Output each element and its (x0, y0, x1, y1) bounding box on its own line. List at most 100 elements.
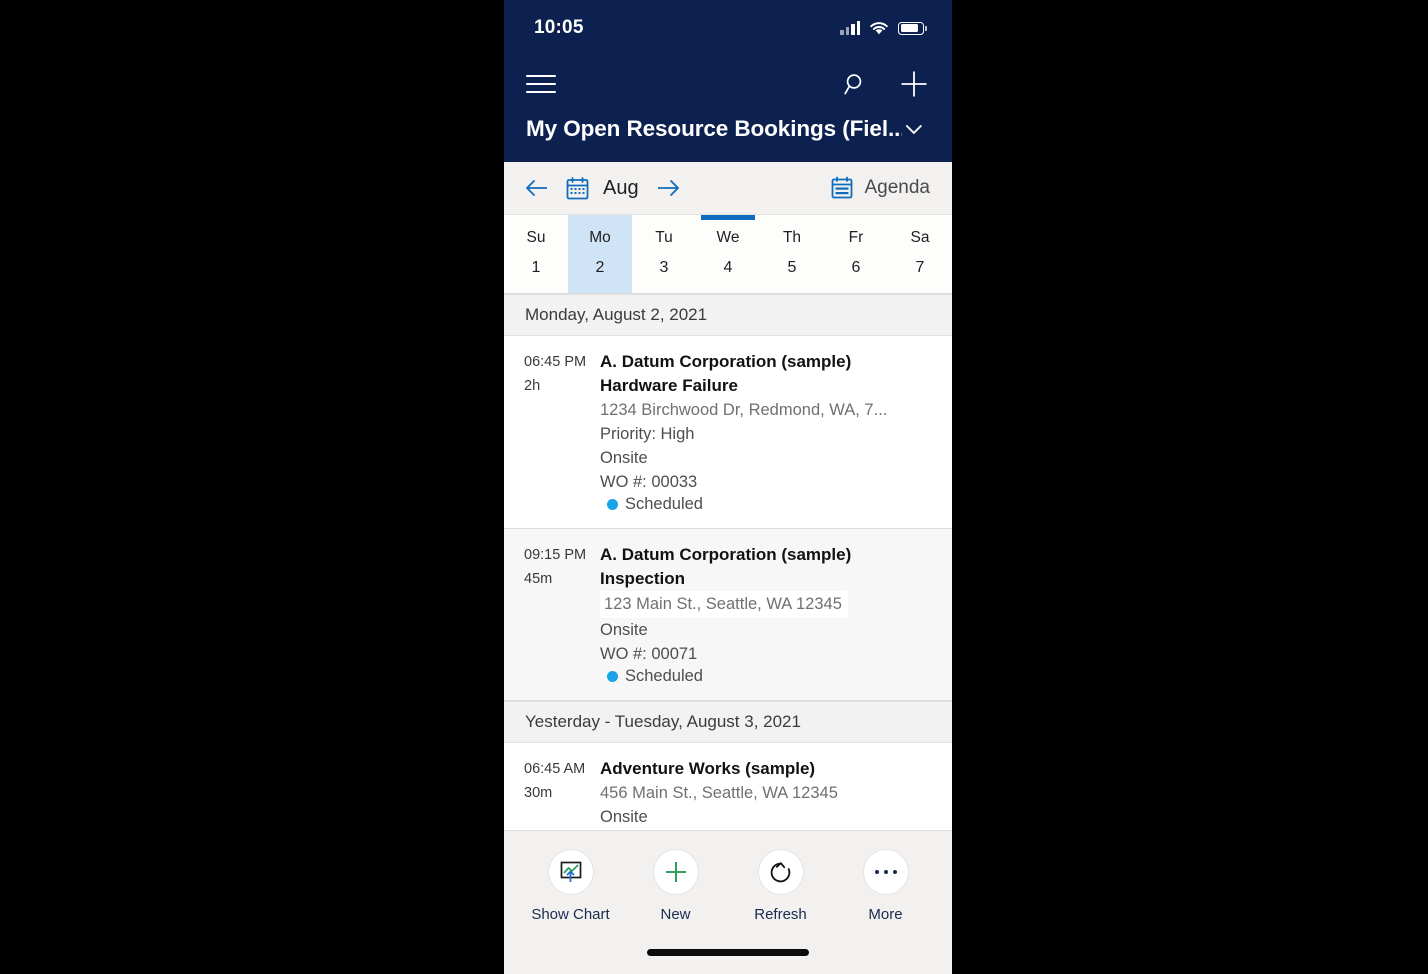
week-day-we[interactable]: We 4 (696, 215, 760, 293)
command-label: Refresh (754, 906, 807, 923)
booking-work-type: Inspection (600, 569, 686, 588)
cellular-signal-icon (840, 21, 860, 35)
week-day-name: We (716, 229, 740, 246)
phone-screen: 10:05 My Open Resource Bookings (Fiel...… (504, 0, 952, 974)
booking-account: A. Datum Corporation (sample) (600, 352, 852, 371)
booking-card[interactable]: 06:45 AM 30m Adventure Works (sample) 456 M… (504, 743, 952, 830)
command-more-button[interactable]: More (838, 849, 934, 923)
agenda-list[interactable]: Monday, August 2, 2021 06:45 PM 2h A. Datum… (504, 294, 952, 830)
plus-icon (652, 849, 699, 895)
booking-address: 456 Main St., Seattle, WA 12345 (600, 784, 838, 802)
booking-time-column: 09:15 PM 45m (504, 543, 600, 686)
status-bar-icons (840, 21, 927, 36)
refresh-icon (757, 849, 804, 895)
booking-location-type: Onsite (600, 808, 648, 826)
status-dot-icon (607, 671, 618, 682)
plus-icon[interactable] (898, 68, 930, 100)
week-day-name: Su (526, 229, 546, 246)
booking-account: Adventure Works (sample) (600, 759, 816, 778)
search-icon[interactable] (840, 68, 872, 100)
home-indicator (647, 949, 809, 956)
booking-status-label: Scheduled (625, 495, 703, 513)
week-day-number: 1 (531, 259, 541, 276)
booking-card[interactable]: 06:45 PM 2h A. Datum Corporation (sample) H… (504, 336, 952, 529)
command-label: Show Chart (531, 906, 610, 923)
week-day-tu[interactable]: Tu 3 (632, 215, 696, 293)
booking-location-type: Onsite (600, 621, 648, 639)
week-day-number: 7 (915, 259, 925, 276)
status-bar: 10:05 (504, 0, 952, 56)
current-month-label: Aug (603, 176, 639, 199)
booking-account: A. Datum Corporation (sample) (600, 545, 852, 564)
booking-details: A. Datum Corporation (sample) Inspection 1… (600, 543, 952, 686)
booking-duration: 45m (524, 571, 553, 587)
command-label: New (660, 906, 691, 923)
more-ellipsis-icon (862, 849, 909, 895)
hamburger-menu-icon[interactable] (526, 73, 556, 95)
view-selector[interactable]: My Open Resource Bookings (Fiel... (504, 112, 952, 156)
booking-address: 123 Main St., Seattle, WA 12345 (600, 591, 848, 618)
chevron-down-icon[interactable] (902, 117, 926, 141)
agenda-date-header: Monday, August 2, 2021 (504, 294, 952, 336)
agenda-view-icon (832, 176, 853, 199)
week-day-name: Th (782, 229, 802, 246)
agenda-date-header: Yesterday - Tuesday, August 3, 2021 (504, 701, 952, 743)
status-dot-icon (607, 499, 618, 510)
week-day-number: 5 (787, 259, 797, 276)
booking-work-type: Hardware Failure (600, 376, 738, 395)
booking-status-label: Scheduled (625, 667, 703, 685)
app-header-actions-row (504, 56, 952, 112)
booking-time-column: 06:45 PM 2h (504, 350, 600, 514)
week-day-name: Fr (848, 229, 864, 246)
booking-time-column: 06:45 AM 30m (504, 757, 600, 830)
page-title: My Open Resource Bookings (Fiel... (526, 116, 903, 141)
booking-start-time: 06:45 AM (524, 761, 586, 777)
command-new-button[interactable]: New (628, 849, 724, 923)
week-day-name: Sa (910, 229, 930, 246)
command-bar-items: Show Chart New Refresh More (518, 849, 938, 923)
agenda-view-label: Agenda (864, 177, 930, 198)
command-show-chart-button[interactable]: Show Chart (523, 849, 619, 923)
calendar-nav-left: Aug (522, 173, 683, 203)
week-day-name: Tu (655, 229, 673, 246)
week-day-number: 2 (595, 259, 605, 276)
week-day-mo[interactable]: Mo 2 (568, 215, 632, 293)
week-day-sa[interactable]: Sa 7 (888, 215, 952, 293)
booking-start-time: 09:15 PM (524, 547, 587, 563)
status-bar-time: 10:05 (534, 17, 584, 38)
week-day-number: 6 (851, 259, 861, 276)
booking-duration: 2h (524, 378, 541, 394)
week-strip: Su 1 Mo 2 Tu 3 We 4 Th 5 Fr 6 Sa 7 (504, 215, 952, 294)
week-day-number: 4 (723, 259, 733, 276)
booking-status: Scheduled (600, 495, 936, 514)
command-label: More (868, 906, 903, 923)
screenshot-canvas: 10:05 My Open Resource Bookings (Fiel...… (0, 0, 1428, 974)
arrow-right-icon[interactable] (653, 173, 683, 203)
week-day-name: Mo (589, 229, 611, 246)
week-day-th[interactable]: Th 5 (760, 215, 824, 293)
show-chart-icon (547, 849, 594, 895)
booking-work-order: WO #: 00071 (600, 645, 698, 663)
booking-details: A. Datum Corporation (sample) Hardware Fa… (600, 350, 952, 514)
booking-address: 1234 Birchwood Dr, Redmond, WA, 7... (600, 401, 888, 419)
app-header: My Open Resource Bookings (Fiel... (504, 56, 952, 162)
arrow-left-icon[interactable] (522, 173, 552, 203)
battery-icon (898, 21, 927, 35)
week-day-su[interactable]: Su 1 (504, 215, 568, 293)
booking-priority: Priority: High (600, 425, 695, 443)
booking-details: Adventure Works (sample) 456 Main St., Se… (600, 757, 952, 830)
booking-location-type: Onsite (600, 449, 648, 467)
week-day-number: 3 (659, 259, 669, 276)
calendar-icon[interactable] (566, 176, 589, 200)
booking-status: Scheduled (600, 667, 936, 686)
app-header-actions (840, 68, 930, 100)
calendar-nav-bar: Aug Agenda (504, 162, 952, 215)
booking-duration: 30m (524, 785, 553, 801)
booking-work-order: WO #: 00033 (600, 473, 698, 491)
command-refresh-button[interactable]: Refresh (733, 849, 829, 923)
booking-start-time: 06:45 PM (524, 354, 587, 370)
week-day-fr[interactable]: Fr 6 (824, 215, 888, 293)
booking-card[interactable]: 09:15 PM 45m A. Datum Corporation (sample)… (504, 529, 952, 701)
wifi-icon (870, 21, 888, 34)
agenda-view-button[interactable]: Agenda (830, 176, 934, 200)
